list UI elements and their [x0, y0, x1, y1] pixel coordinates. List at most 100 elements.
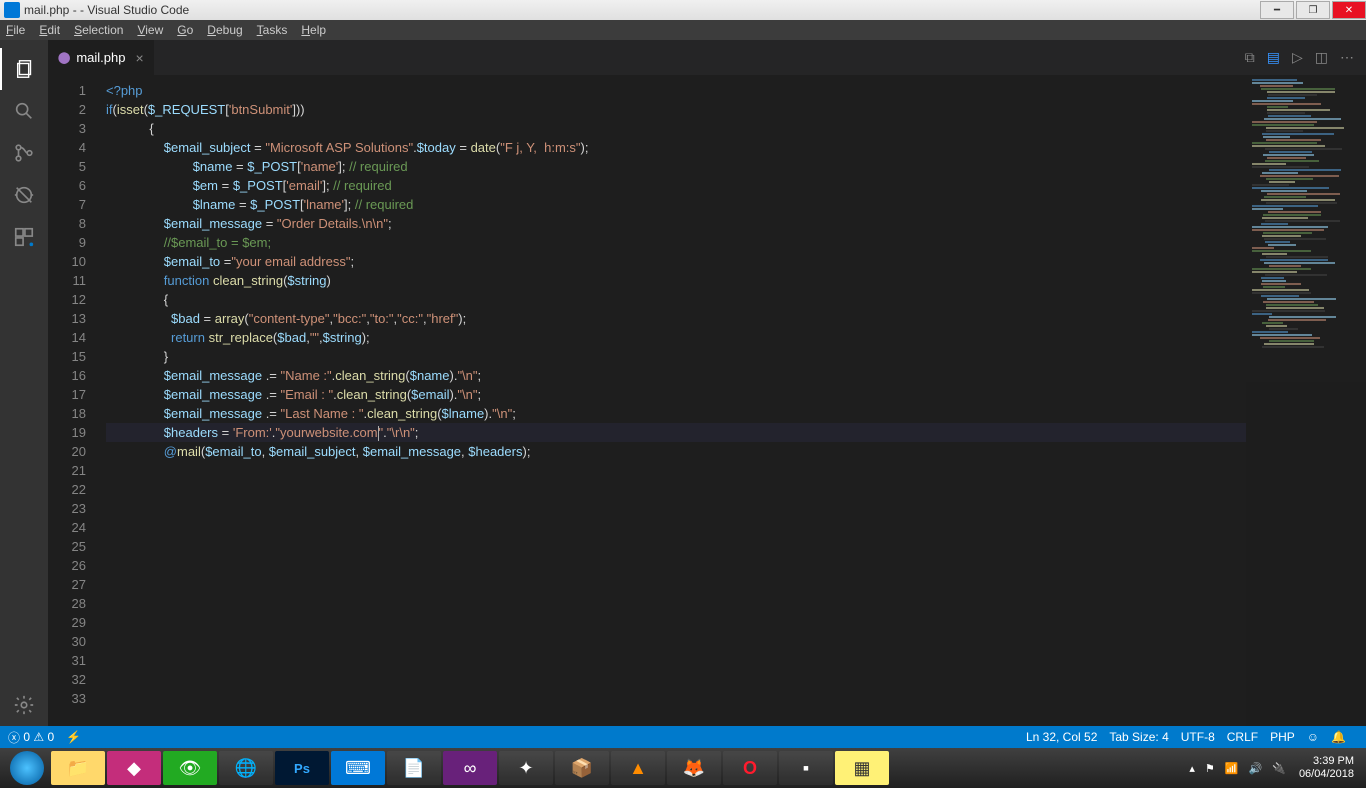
- tray-flag-icon[interactable]: ⚑: [1205, 762, 1215, 775]
- status-notifications-icon[interactable]: 🔔: [1331, 730, 1346, 744]
- line-number: 14: [48, 328, 86, 347]
- line-number: 17: [48, 385, 86, 404]
- line-number: 28: [48, 594, 86, 613]
- line-number: 23: [48, 499, 86, 518]
- taskbar-vscode-icon[interactable]: ⌨: [331, 751, 385, 785]
- taskbar-stickynotes-icon[interactable]: ▦: [835, 751, 889, 785]
- debug-icon[interactable]: [0, 174, 48, 216]
- window-close-button[interactable]: ✕: [1332, 1, 1366, 19]
- line-number: 5: [48, 157, 86, 176]
- window-title: mail.php - - Visual Studio Code: [24, 3, 189, 17]
- line-number: 6: [48, 176, 86, 195]
- menu-go[interactable]: Go: [177, 23, 193, 37]
- line-number: 27: [48, 575, 86, 594]
- tray-power-icon[interactable]: 🔌: [1272, 762, 1286, 775]
- status-feedback-icon[interactable]: ☺: [1307, 730, 1319, 744]
- line-number: 33: [48, 689, 86, 708]
- tab-actions: ⧉ ▤ ▷ ◫ ⋯: [1233, 40, 1366, 75]
- extensions-icon[interactable]: [0, 216, 48, 258]
- menu-file[interactable]: File: [6, 23, 25, 37]
- taskbar-opera-icon[interactable]: O: [723, 751, 777, 785]
- code-editor[interactable]: 1234567891011121314151617181920212223242…: [48, 75, 1366, 726]
- status-errors[interactable]: ⓧ 0 ⚠ 0: [8, 729, 54, 746]
- source-control-icon[interactable]: [0, 132, 48, 174]
- taskbar-app-icon[interactable]: ✦: [499, 751, 553, 785]
- minimap[interactable]: [1246, 75, 1366, 726]
- tray-volume-icon[interactable]: 🔊: [1249, 762, 1263, 775]
- window-titlebar: mail.php - - Visual Studio Code ━ ❐ ✕: [0, 0, 1366, 20]
- menu-help[interactable]: Help: [301, 23, 326, 37]
- status-cursor-position[interactable]: Ln 32, Col 52: [1026, 730, 1097, 744]
- line-number: 29: [48, 613, 86, 632]
- error-icon: ⓧ: [8, 729, 20, 746]
- compare-changes-icon[interactable]: ⧉: [1245, 49, 1255, 66]
- line-number: 30: [48, 632, 86, 651]
- menu-tasks[interactable]: Tasks: [257, 23, 288, 37]
- taskbar-app-icon[interactable]: 📦: [555, 751, 609, 785]
- taskbar-clock[interactable]: 3:39 PM 06/04/2018: [1299, 755, 1354, 781]
- line-number: 10: [48, 252, 86, 271]
- open-changes-icon[interactable]: ▤: [1267, 49, 1280, 66]
- taskbar-notepad-icon[interactable]: 📄: [387, 751, 441, 785]
- run-icon[interactable]: ▷: [1292, 49, 1303, 66]
- menu-selection[interactable]: Selection: [74, 23, 123, 37]
- vscode-app-icon: [4, 2, 20, 18]
- line-number: 16: [48, 366, 86, 385]
- menu-bar: File Edit Selection View Go Debug Tasks Help: [0, 20, 1366, 40]
- line-number: 32: [48, 670, 86, 689]
- status-language[interactable]: PHP: [1270, 730, 1295, 744]
- taskbar-firefox-icon[interactable]: 🦊: [667, 751, 721, 785]
- taskbar-app-icon[interactable]: 👁: [163, 751, 217, 785]
- line-number: 22: [48, 480, 86, 499]
- line-number: 4: [48, 138, 86, 157]
- warning-icon: ⚠: [33, 730, 44, 744]
- line-number: 12: [48, 290, 86, 309]
- menu-debug[interactable]: Debug: [207, 23, 242, 37]
- taskbar-explorer-icon[interactable]: 📁: [51, 751, 105, 785]
- line-number: 15: [48, 347, 86, 366]
- split-editor-icon[interactable]: ◫: [1315, 49, 1328, 66]
- tab-filename: mail.php: [76, 50, 125, 65]
- taskbar-app-icon[interactable]: ◆: [107, 751, 161, 785]
- php-file-icon: ⬤: [58, 51, 70, 64]
- line-number: 31: [48, 651, 86, 670]
- status-tab-size[interactable]: Tab Size: 4: [1109, 730, 1168, 744]
- taskbar-vlc-icon[interactable]: ▲: [611, 751, 665, 785]
- taskbar-app-icon[interactable]: ▪: [779, 751, 833, 785]
- line-number: 25: [48, 537, 86, 556]
- line-number: 7: [48, 195, 86, 214]
- code-content[interactable]: <?phpif(isset($_REQUEST['btnSubmit'])) {…: [98, 75, 1246, 726]
- line-number: 21: [48, 461, 86, 480]
- settings-gear-icon[interactable]: [0, 684, 48, 726]
- menu-view[interactable]: View: [137, 23, 163, 37]
- line-number: 11: [48, 271, 86, 290]
- taskbar-chrome-icon[interactable]: 🌐: [219, 751, 273, 785]
- taskbar-visualstudio-icon[interactable]: ∞: [443, 751, 497, 785]
- status-sync-icon[interactable]: ⚡: [66, 730, 81, 744]
- menu-edit[interactable]: Edit: [39, 23, 60, 37]
- start-button[interactable]: [10, 751, 44, 785]
- close-tab-icon[interactable]: ×: [135, 50, 143, 66]
- explorer-icon[interactable]: [0, 48, 48, 90]
- more-actions-icon[interactable]: ⋯: [1340, 49, 1354, 66]
- line-number: 26: [48, 556, 86, 575]
- status-eol[interactable]: CRLF: [1227, 730, 1258, 744]
- line-number: 1: [48, 81, 86, 100]
- window-minimize-button[interactable]: ━: [1260, 1, 1294, 19]
- line-number: 8: [48, 214, 86, 233]
- line-number: 9: [48, 233, 86, 252]
- tab-mail-php[interactable]: ⬤ mail.php ×: [48, 40, 155, 75]
- taskbar-photoshop-icon[interactable]: Ps: [275, 751, 329, 785]
- window-maximize-button[interactable]: ❐: [1296, 1, 1330, 19]
- status-encoding[interactable]: UTF-8: [1181, 730, 1215, 744]
- tray-chevron-icon[interactable]: ▴: [1189, 762, 1195, 775]
- line-number: 13: [48, 309, 86, 328]
- line-number: 20: [48, 442, 86, 461]
- search-icon[interactable]: [0, 90, 48, 132]
- windows-taskbar: 📁 ◆ 👁 🌐 Ps ⌨ 📄 ∞ ✦ 📦 ▲ 🦊 O ▪ ▦ ▴ ⚑ 📶 🔊 🔌…: [0, 748, 1366, 788]
- line-number: 18: [48, 404, 86, 423]
- editor-tabbar: ⬤ mail.php × ⧉ ▤ ▷ ◫ ⋯: [48, 40, 1366, 75]
- tray-network-icon[interactable]: 📶: [1225, 762, 1239, 775]
- line-number: 2: [48, 100, 86, 119]
- system-tray[interactable]: ▴ ⚑ 📶 🔊 🔌 3:39 PM 06/04/2018: [1184, 755, 1362, 781]
